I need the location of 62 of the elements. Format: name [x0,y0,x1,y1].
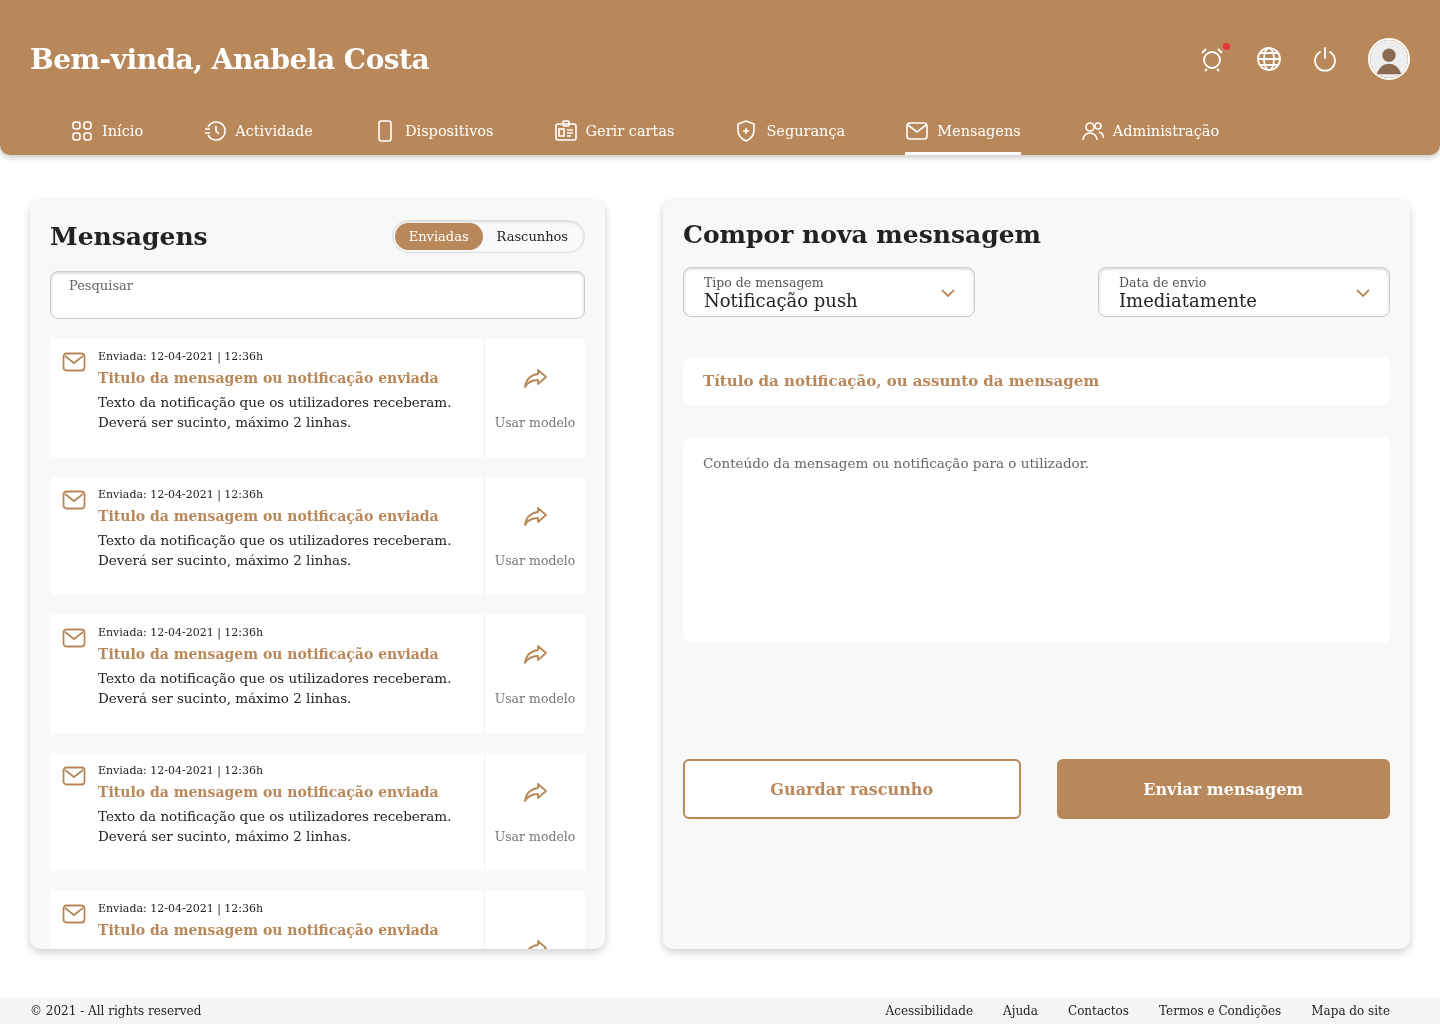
clock-icon [203,119,228,143]
users-icon [1080,119,1105,143]
footer-link[interactable]: Termos e Condições [1159,1003,1282,1018]
grid-icon [70,119,94,143]
nav-tab[interactable]: Mensagens [905,118,1021,155]
share-arrow-icon[interactable] [521,780,549,805]
card-icon [553,119,578,143]
nav-tab[interactable]: Administração [1080,118,1220,155]
use-template-link[interactable]: Usar modelo [494,552,576,568]
sent-date: Enviada: 12-04-2021 | 12:36h [98,626,265,639]
share-arrow-icon[interactable] [521,366,549,391]
dropdown-field[interactable]: Tipo de mensagem Notificação push [683,267,975,317]
dropdown-field[interactable]: Data de envio Imediatamente [1098,267,1390,317]
message-title: Titulo da mensagem ou notificação enviada [98,646,440,662]
chevron-down-icon [1355,288,1371,298]
globe-icon[interactable] [1256,46,1282,72]
sent-date: Enviada: 12-04-2021 | 12:36h [98,488,265,501]
message-text: Texto da notificação que os utilizadores receberam. Deverá ser sucinto, máximo 2 linhas. [98,393,453,432]
mail-icon [905,119,930,143]
mail-icon [62,352,86,372]
send-button[interactable]: Enviar mensagem [1056,759,1390,819]
use-template-link[interactable]: Usar modelo [494,414,576,430]
message-text: Texto da notificação que os utilizadores receberam. Deverá ser sucinto, máximo 2 linhas. [98,807,453,846]
nav-tab[interactable]: Actividade [203,118,313,155]
footer-link[interactable]: Mapa do site [1311,1003,1390,1018]
nav-tab[interactable]: Gerir cartas [553,118,675,155]
message-title: Titulo da mensagem ou notificação enviada [98,508,440,524]
message-title: Titulo da mensagem ou notificação enviada [98,922,439,938]
message-title: Titulo da mensagem ou notificação enviada [98,784,440,800]
panel-title: Compor nova mesnsagem [683,220,1043,249]
copyright-text: © 2021 - All rights reserved [30,1003,202,1018]
message-text: Texto da notificação que os utilizadores receberam. Deverá ser sucinto, máximo 2 linhas. [98,531,453,570]
mail-icon [62,490,86,510]
share-arrow-icon[interactable] [521,504,549,529]
footer-link[interactable]: Contactos [1067,1003,1129,1018]
filter-tab[interactable]: Enviadas [394,223,483,250]
message-title: Titulo da mensagem ou notificação enviada [98,370,440,386]
sent-date: Enviada: 12-04-2021 | 12:36h [98,902,265,915]
use-template-link[interactable]: Usar modelo [494,828,576,844]
mail-icon [62,628,86,648]
use-template-link[interactable]: Usar modelo [494,690,576,706]
power-icon[interactable] [1312,46,1338,72]
mail-icon [62,766,86,786]
message-text: Texto da notificação que os utilizadores receberam. Deverá ser sucinto, máximo 2 linhas. [98,669,453,708]
draft-button[interactable]: Guardar rascunho [683,759,1021,819]
footer-link[interactable]: Acessibilidade [885,1003,973,1018]
nav-tab[interactable]: Segurança [734,118,846,155]
panel-title: Mensagens [50,222,208,251]
footer-link[interactable]: Ajuda [1003,1003,1038,1018]
sent-date: Enviada: 12-04-2021 | 12:36h [98,764,265,777]
avatar[interactable] [1368,38,1410,80]
content-field[interactable]: Conteúdo da mensagem ou notificação para o utilizador. [683,437,1390,643]
filter-tab[interactable]: Rascunhos [482,223,582,250]
nav-tab[interactable]: Início [70,118,144,155]
share-arrow-icon[interactable] [521,642,549,667]
sent-date: Enviada: 12-04-2021 | 12:36h [98,350,265,363]
mail-icon [62,904,86,924]
subject-field[interactable]: Título da notificação, ou assunto da mensagem [683,357,1390,405]
welcome-title: Bem-vinda, Anabela Costa [30,42,430,76]
nav-tab[interactable]: Dispositivos [372,118,494,155]
chevron-down-icon [940,288,956,298]
search-field[interactable]: Pesquisar [50,271,585,319]
